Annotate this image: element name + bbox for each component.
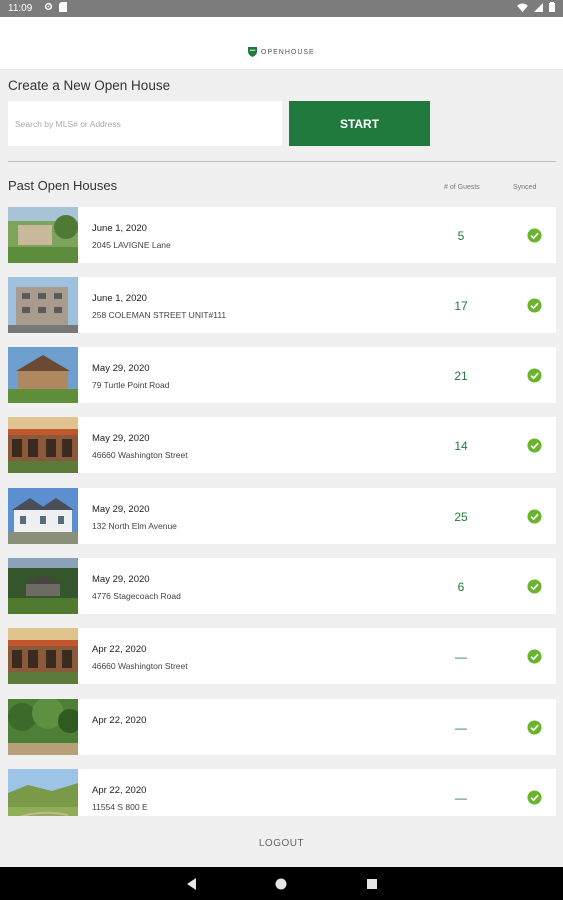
logout-button[interactable]: LOGOUT — [0, 838, 563, 849]
open-house-row[interactable]: May 29, 2020 4776 Stagecoach Road 6 — [8, 558, 556, 614]
guest-count: 17 — [454, 299, 468, 313]
app-logo: OPENHOUSE — [248, 47, 315, 57]
open-house-date: June 1, 2020 — [92, 223, 147, 234]
column-header-synced: Synced — [513, 184, 537, 191]
status-time: 11:09 — [8, 3, 33, 14]
guest-count: 25 — [454, 510, 468, 524]
open-house-address: 46660 Washington Street — [92, 661, 188, 671]
guest-count: 21 — [454, 369, 468, 383]
open-house-date: Apr 22, 2020 — [92, 785, 147, 796]
open-house-date: May 29, 2020 — [92, 504, 150, 515]
past-open-houses-list[interactable]: June 1, 2020 2045 LAVIGNE Lane 5 June 1,… — [8, 207, 556, 816]
open-house-date: May 29, 2020 — [92, 433, 150, 444]
open-house-row[interactable]: Apr 22, 2020 11554 S 800 E — — [8, 769, 556, 816]
system-nav-bar — [0, 867, 563, 900]
battery-icon — [549, 2, 555, 12]
open-house-row[interactable]: May 29, 2020 79 Turtle Point Road 21 — [8, 347, 556, 403]
synced-check-icon — [527, 720, 542, 735]
open-house-address: 11554 S 800 E — [92, 802, 148, 812]
back-icon[interactable] — [184, 876, 200, 892]
open-house-row[interactable]: June 1, 2020 2045 LAVIGNE Lane 5 — [8, 207, 556, 263]
property-photo — [8, 277, 78, 333]
start-button[interactable]: START — [289, 101, 430, 146]
synced-check-icon — [527, 438, 542, 453]
property-photo — [8, 417, 78, 473]
signal-icon — [534, 2, 543, 12]
open-house-row[interactable]: May 29, 2020 46660 Washington Street 14 — [8, 417, 556, 473]
search-input[interactable] — [8, 101, 282, 146]
open-house-address: 4776 Stagecoach Road — [92, 591, 181, 601]
guest-count: — — [455, 791, 467, 805]
open-house-row[interactable]: Apr 22, 2020 — — [8, 699, 556, 755]
open-house-row[interactable]: June 1, 2020 258 COLEMAN STREET UNIT#111… — [8, 277, 556, 333]
logo-text: OPENHOUSE — [261, 48, 315, 56]
property-photo — [8, 207, 78, 263]
open-house-address: 79 Turtle Point Road — [92, 380, 170, 390]
sd-card-icon — [59, 2, 67, 12]
open-house-date: June 1, 2020 — [92, 293, 147, 304]
synced-check-icon — [527, 228, 542, 243]
column-header-guests: # of Guests — [444, 184, 480, 191]
status-bar: 11:09 — [0, 0, 563, 17]
home-icon[interactable] — [273, 876, 289, 892]
wifi-icon — [517, 2, 528, 12]
guest-count: 14 — [454, 439, 468, 453]
open-house-address: 46660 Washington Street — [92, 450, 188, 460]
shield-logo-icon — [248, 47, 257, 57]
open-house-address: 2045 LAVIGNE Lane — [92, 240, 171, 250]
open-house-row[interactable]: Apr 22, 2020 46660 Washington Street — — [8, 628, 556, 684]
synced-check-icon — [527, 649, 542, 664]
property-photo — [8, 488, 78, 544]
synced-check-icon — [527, 298, 542, 313]
property-photo — [8, 347, 78, 403]
open-house-date: May 29, 2020 — [92, 574, 150, 585]
property-photo — [8, 699, 78, 755]
open-house-date: Apr 22, 2020 — [92, 644, 147, 655]
gear-icon — [44, 2, 53, 11]
guest-count: — — [455, 721, 467, 735]
section-divider — [8, 161, 556, 162]
synced-check-icon — [527, 579, 542, 594]
synced-check-icon — [527, 790, 542, 805]
property-photo — [8, 628, 78, 684]
open-house-address: 258 COLEMAN STREET UNIT#111 — [92, 310, 227, 320]
property-photo — [8, 558, 78, 614]
open-house-row[interactable]: May 29, 2020 132 North Elm Avenue 25 — [8, 488, 556, 544]
guest-count: 5 — [457, 229, 465, 243]
past-open-houses-title: Past Open Houses — [8, 178, 118, 193]
guest-count: — — [455, 650, 467, 664]
open-house-date: Apr 22, 2020 — [92, 715, 147, 726]
guest-count: 6 — [457, 580, 465, 594]
property-photo — [8, 769, 78, 816]
synced-check-icon — [527, 509, 542, 524]
create-open-house-title: Create a New Open House — [8, 78, 171, 93]
open-house-address: 132 North Elm Avenue — [92, 521, 177, 531]
synced-check-icon — [527, 368, 542, 383]
open-house-date: May 29, 2020 — [92, 363, 150, 374]
recents-icon[interactable] — [364, 876, 380, 892]
app-header: OPENHOUSE — [0, 17, 563, 70]
